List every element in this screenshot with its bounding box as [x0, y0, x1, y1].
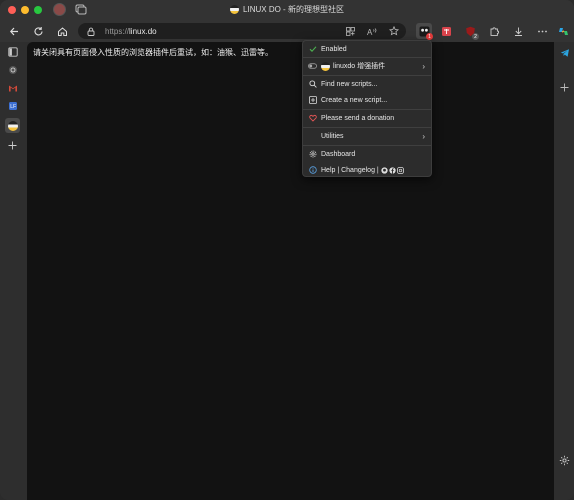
arrow-left-icon [9, 27, 18, 35]
tampermonkey-menu: Enabled linuxdo 增强插件 › Find new scripts.… [302, 40, 432, 177]
script-favicon-icon [321, 61, 330, 71]
page-message: 请关闭具有页面侵入性质的浏览器插件后重试，如：油猴、迅雷等。 [33, 48, 273, 57]
download-icon [514, 27, 522, 36]
menu-item-script[interactable]: linuxdo 增强插件 › [303, 58, 431, 74]
chevron-right-icon: › [422, 61, 425, 71]
facebook-icon[interactable] [389, 166, 396, 174]
downloads-button[interactable] [510, 23, 526, 39]
chatgpt-favicon-icon [8, 65, 17, 74]
new-tab-button[interactable] [5, 138, 20, 153]
refresh-icon [34, 26, 43, 35]
window-title-text: LINUX DO - 新的理想型社区 [243, 5, 344, 14]
url-text[interactable]: https://linux.do [105, 27, 157, 36]
copilot-button[interactable] [555, 23, 571, 39]
telegram-icon [560, 48, 569, 57]
linux-do-favicon-icon [7, 120, 18, 131]
gear-icon [308, 150, 317, 159]
back-button[interactable] [6, 23, 22, 39]
script-count-badge: 1 [426, 33, 433, 40]
more-menu-button[interactable] [534, 23, 550, 39]
gear-icon [559, 455, 570, 466]
extension-button-red[interactable] [438, 23, 454, 39]
svg-text:LF: LF [10, 104, 16, 110]
blue-app-favicon-icon: LF [8, 101, 17, 110]
toggle-switch-icon[interactable] [308, 62, 317, 71]
heart-icon [308, 114, 317, 123]
vertical-tab-1[interactable] [5, 62, 20, 77]
help-links [381, 166, 404, 174]
menu-item-enabled[interactable]: Enabled [303, 41, 431, 57]
sidebar-settings-button[interactable] [557, 453, 572, 468]
home-button[interactable] [54, 23, 70, 39]
vertical-tab-3[interactable]: LF [5, 98, 20, 113]
url-host: linux.do [129, 26, 157, 36]
vertical-tab-linux-do[interactable] [5, 118, 20, 133]
info-icon [308, 166, 317, 175]
menu-label-utilities: Utilities [321, 132, 344, 140]
menu-label-enabled: Enabled [321, 45, 347, 53]
menu-item-dashboard[interactable]: Dashboard [303, 146, 431, 162]
menu-label-script-name: linuxdo 增强插件 [333, 63, 386, 70]
refresh-button[interactable] [30, 23, 46, 39]
title-bar: LINUX DO - 新的理想型社区 [0, 0, 574, 20]
plus-icon [560, 83, 569, 92]
ublock-count-badge: 2 [472, 33, 479, 40]
menu-label-create-script: Create a new script... [321, 96, 388, 104]
toolbar: https://linux.do A 1 2 [0, 20, 574, 42]
menu-label-find-scripts: Find new scripts... [321, 80, 378, 88]
toggle-vertical-tabs-button[interactable] [5, 44, 20, 59]
checkmark-icon [308, 45, 317, 54]
github-icon[interactable] [381, 166, 388, 174]
extensions-button[interactable] [486, 23, 502, 39]
translate-extension-icon [441, 26, 451, 36]
read-aloud-icon[interactable]: A [366, 25, 378, 37]
window-title: LINUX DO - 新的理想型社区 [0, 4, 574, 15]
sidebar-panel-icon [7, 46, 18, 57]
page-content: 请关闭具有页面侵入性质的浏览器插件后重试，如：油猴、迅雷等。 [27, 42, 554, 500]
more-dots-icon [537, 30, 547, 32]
menu-label-dashboard: Dashboard [321, 150, 356, 158]
sidebar-add-button[interactable] [557, 80, 572, 95]
app-available-icon[interactable] [344, 25, 356, 37]
sidebar-telegram-button[interactable] [557, 45, 572, 60]
home-icon [57, 26, 67, 36]
vertical-tabs-sidebar: LF [0, 42, 26, 500]
search-icon [308, 80, 317, 89]
menu-help-row: Help | Changelog | [321, 167, 404, 174]
svg-text:A: A [367, 28, 373, 36]
browser-window: LINUX DO - 新的理想型社区 https://linux.do A 1 … [0, 0, 574, 500]
add-box-icon [308, 96, 317, 105]
menu-item-create-script[interactable]: Create a new script... [303, 92, 431, 108]
extension-button-ublock[interactable]: 2 [462, 23, 479, 40]
site-favicon-icon [230, 5, 240, 14]
menu-item-donation[interactable]: Please send a donation [303, 110, 431, 126]
puzzle-icon [490, 26, 499, 36]
gmail-favicon-icon [8, 85, 17, 91]
instagram-icon[interactable] [396, 166, 404, 174]
vertical-tab-2[interactable] [5, 80, 20, 95]
url-scheme: https:// [105, 26, 130, 36]
menu-label-help: Help | Changelog | [321, 166, 379, 174]
chevron-right-icon: › [422, 131, 425, 141]
menu-item-utilities[interactable]: Utilities › [303, 128, 431, 144]
menu-script-label: linuxdo 增强插件 [321, 61, 385, 71]
lock-icon[interactable] [86, 26, 96, 36]
menu-item-find-scripts[interactable]: Find new scripts... [303, 76, 431, 92]
menu-label-donation: Please send a donation [321, 114, 395, 122]
address-bar[interactable]: https://linux.do A [78, 23, 406, 39]
menu-item-help[interactable]: Help | Changelog | [303, 162, 431, 178]
plus-icon [8, 141, 17, 150]
right-sidebar [554, 42, 574, 500]
tampermonkey-extension-button[interactable]: 1 [416, 23, 433, 40]
favorite-star-icon[interactable] [388, 25, 400, 37]
copilot-icon [558, 27, 568, 35]
